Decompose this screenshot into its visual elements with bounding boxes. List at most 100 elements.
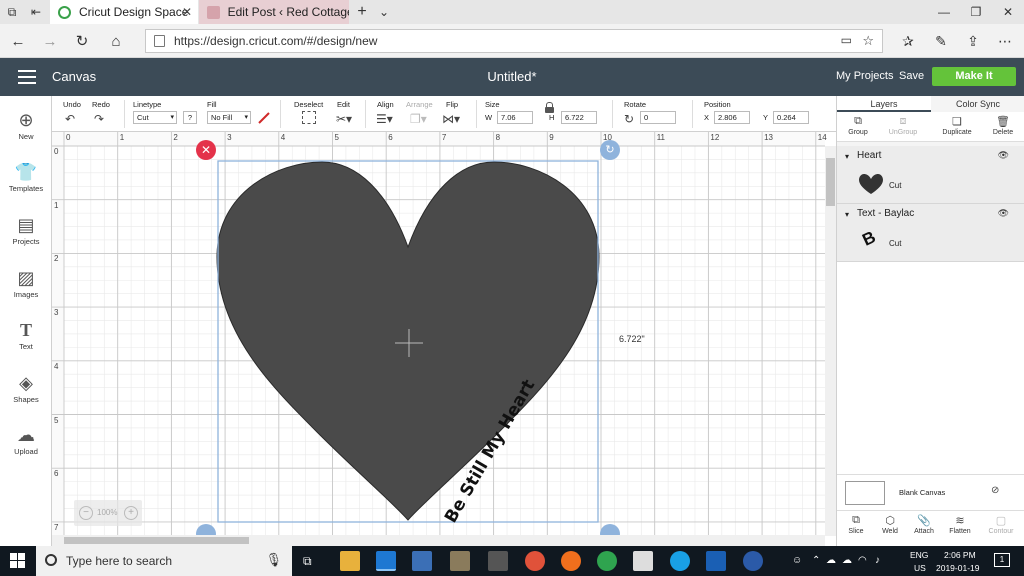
sidebar-item-new[interactable]: ⊕ New — [0, 108, 52, 141]
height-input[interactable]: 6.722 — [561, 111, 597, 124]
visibility-eye-icon[interactable]: 👁 — [998, 208, 1009, 219]
ungroup-button[interactable]: ⧈ UnGroup — [885, 115, 921, 136]
restore-icon[interactable]: ❐ — [960, 0, 992, 24]
tab-layers[interactable]: Layers — [837, 96, 931, 112]
skype-icon[interactable] — [670, 551, 690, 571]
new-tab-icon[interactable]: + — [350, 0, 374, 24]
fill-select[interactable]: No Fill — [207, 111, 251, 124]
language-top[interactable]: ENG — [910, 550, 928, 560]
y-position-input[interactable]: 0.264 — [773, 111, 809, 124]
browser-tab-edit-post[interactable]: Edit Post ‹ Red Cottage Chr — [199, 0, 349, 24]
weld-button[interactable]: ⬡ Weld — [875, 514, 905, 535]
back-icon[interactable]: ← — [8, 31, 28, 51]
undo-icon[interactable]: ↶ — [65, 112, 75, 126]
group-button[interactable]: ⧉ Group — [845, 115, 871, 136]
sidebar-item-shapes[interactable]: ◈ Shapes — [0, 371, 52, 404]
sidebar-item-upload[interactable]: ☁ Upload — [0, 423, 52, 456]
deselect-icon[interactable] — [302, 111, 316, 124]
delete-handle-icon[interactable]: ✕ — [196, 140, 216, 160]
close-tab-icon[interactable]: ✕ — [182, 5, 192, 19]
slice-button[interactable]: ⧉ Slice — [841, 514, 871, 535]
microphone-icon[interactable]: 🎙 — [265, 552, 282, 568]
zoom-in-button[interactable]: + — [124, 506, 138, 520]
close-window-icon[interactable]: ✕ — [992, 0, 1024, 24]
mail-icon[interactable] — [633, 551, 653, 571]
flip-icon[interactable]: ⋈▾ — [442, 112, 460, 126]
favorites-icon[interactable]: ✰ — [897, 31, 919, 51]
save-button[interactable]: Save — [899, 70, 924, 82]
hidden-eye-icon[interactable]: ⊘ — [991, 485, 999, 496]
rotate-handle-icon[interactable]: ↻ — [600, 140, 620, 160]
app-icon[interactable] — [450, 551, 470, 571]
photos-icon[interactable] — [525, 551, 545, 571]
edge-browser-icon[interactable] — [376, 551, 396, 571]
reading-view-icon[interactable]: ▭ — [841, 33, 852, 47]
notifications-icon[interactable]: 1 — [994, 553, 1010, 567]
align-icon[interactable]: ☰▾ — [376, 112, 393, 126]
tab-list-chevron-icon[interactable]: ⌄ — [372, 0, 396, 24]
delete-button[interactable]: 🗑 Delete — [990, 115, 1016, 136]
horizontal-scrollbar[interactable] — [52, 535, 825, 546]
favorite-star-icon[interactable]: ☆ — [862, 33, 874, 49]
width-input[interactable]: 7.06 — [497, 111, 533, 124]
visibility-eye-icon[interactable]: 👁 — [998, 150, 1009, 161]
layer-group-text[interactable]: ▾ Text - Baylac 👁 B Cut — [837, 204, 1024, 262]
sidebar-item-templates[interactable]: 👕 Templates — [0, 160, 52, 193]
heart-shape[interactable] — [216, 161, 600, 521]
volume-icon[interactable]: ♪ — [875, 555, 880, 566]
wifi-icon[interactable]: ◠ — [858, 555, 867, 566]
vertical-scrollbar[interactable] — [825, 146, 836, 536]
redo-icon[interactable]: ↷ — [94, 112, 104, 126]
design-canvas[interactable]: 0 1 2 3 4 5 6 7 8 9 10 11 12 13 14 01234567 Be Still M… — [52, 132, 836, 546]
forward-icon[interactable]: → — [40, 31, 60, 51]
share-icon[interactable]: ⇪ — [962, 31, 984, 51]
rotate-icon[interactable]: ↻ — [624, 112, 634, 126]
network-icon[interactable]: ☁ — [826, 555, 836, 566]
task-view-icon[interactable]: ⧉ — [303, 554, 312, 569]
heart-design[interactable]: Be Still My Heart — [52, 132, 836, 546]
firefox-icon[interactable] — [561, 551, 581, 571]
browser-tab-cricut[interactable]: Cricut Design Space ✕ — [50, 0, 198, 24]
calculator-icon[interactable] — [488, 551, 508, 571]
duplicate-button[interactable]: ❏ Duplicate — [939, 115, 975, 136]
more-icon[interactable]: ⋯ — [994, 31, 1016, 51]
refresh-icon[interactable]: ↻ — [72, 31, 92, 51]
clock-date[interactable]: 2019-01-19 — [936, 563, 979, 573]
arrange-icon[interactable]: ❐▾ — [410, 112, 427, 126]
x-position-input[interactable]: 2.806 — [714, 111, 750, 124]
flatten-button[interactable]: ≋ Flatten — [945, 514, 975, 535]
windows-start-icon[interactable] — [0, 546, 36, 576]
layer-group-heart[interactable]: ▾ Heart 👁 Cut — [837, 146, 1024, 204]
url-input[interactable]: https://design.cricut.com/#/design/new ▭… — [145, 29, 883, 53]
horizontal-scroll-thumb[interactable] — [64, 537, 249, 544]
people-icon[interactable]: ☺ — [792, 555, 802, 566]
tab-preview-icon[interactable]: ⧉ — [0, 0, 24, 24]
sidebar-item-projects[interactable]: ▤ Projects — [0, 213, 52, 246]
tab-color-sync[interactable]: Color Sync — [931, 96, 1024, 112]
clock-time[interactable]: 2:06 PM — [944, 550, 976, 560]
onedrive-icon[interactable]: ☁ — [842, 555, 852, 566]
file-explorer-icon[interactable] — [340, 551, 360, 571]
contour-button[interactable]: ▢ Contour — [985, 514, 1017, 535]
blank-canvas-row[interactable]: Blank Canvas ⊘ — [837, 474, 1024, 510]
sidebar-item-text[interactable]: T Text — [0, 318, 52, 351]
vertical-scroll-thumb[interactable] — [826, 158, 835, 206]
edit-scissors-icon[interactable]: ✂▾ — [336, 112, 352, 126]
language-bottom[interactable]: US — [914, 563, 926, 573]
my-projects-link[interactable]: My Projects — [836, 70, 893, 82]
linetype-select[interactable]: Cut — [133, 111, 177, 124]
store-icon[interactable] — [412, 551, 432, 571]
app-pinned-icon[interactable] — [706, 551, 726, 571]
tray-chevron-icon[interactable]: ⌃ — [812, 555, 820, 566]
zoom-out-button[interactable]: − — [79, 506, 93, 520]
chrome-icon[interactable] — [597, 551, 617, 571]
attach-button[interactable]: 📎 Attach — [909, 514, 939, 535]
no-fill-swatch-icon[interactable] — [257, 111, 271, 125]
notes-pen-icon[interactable]: ✎ — [930, 31, 952, 51]
linetype-help-button[interactable]: ? — [183, 111, 197, 124]
taskbar-search-input[interactable]: Type here to search 🎙 — [36, 546, 292, 576]
sidebar-item-images[interactable]: ▨ Images — [0, 266, 52, 299]
minimize-icon[interactable]: — — [928, 0, 960, 24]
collapse-chevron-icon[interactable]: ▾ — [845, 210, 849, 219]
set-aside-tabs-icon[interactable]: ⇤ — [24, 0, 48, 24]
